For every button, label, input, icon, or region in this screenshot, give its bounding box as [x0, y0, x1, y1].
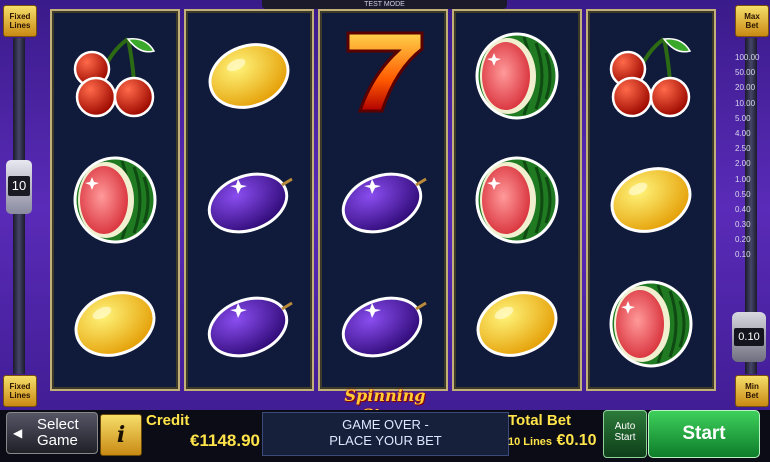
- bet-scale-label: 5.00: [735, 113, 751, 123]
- bet-selector[interactable]: 0.10: [732, 312, 766, 362]
- lines-selector[interactable]: 10: [6, 160, 32, 214]
- bet-scale-label: 100.00: [735, 53, 760, 62]
- start-button[interactable]: Start: [648, 410, 760, 458]
- watermelon-icon: [475, 32, 559, 120]
- max-bet-label: Max Bet: [744, 12, 760, 30]
- fixed-lines-top-button[interactable]: Fixed Lines: [3, 5, 37, 37]
- bet-scale-label: 0.50: [735, 189, 751, 199]
- watermelon-icon: [609, 280, 693, 368]
- min-bet-button[interactable]: Min Bet: [735, 375, 769, 407]
- reel-4: [452, 9, 582, 391]
- bet-scale: 100.00 50.00 20.00 10.00 5.00 4.00 2.50 …: [732, 50, 768, 320]
- info-button[interactable]: i: [100, 414, 142, 456]
- lines-value: 10: [8, 176, 30, 196]
- fixed-lines-top-label: Fixed Lines: [9, 12, 31, 30]
- bet-scale-label: 50.00: [735, 68, 756, 78]
- total-bet-lines: 10 Lines: [508, 436, 553, 448]
- lemon-icon: [70, 280, 160, 368]
- bet-scale-label: 4.00: [735, 128, 751, 138]
- watermelon-icon: [475, 156, 559, 244]
- auto-start-button[interactable]: Auto Start: [603, 410, 647, 458]
- bet-scale-label: 0.30: [735, 220, 751, 230]
- bet-scale-label: 2.00: [735, 159, 751, 169]
- info-icon: i: [116, 422, 126, 448]
- total-bet-label: Total Bet: [508, 412, 572, 429]
- lemon-icon: [472, 280, 562, 368]
- left-panel: Fixed Lines 10 Fixed Lines: [0, 0, 38, 410]
- plum-icon: [338, 286, 428, 368]
- status-message: GAME OVER - PLACE YOUR BET: [262, 412, 509, 456]
- total-bet-display: Total Bet 10 Lines €0.10: [508, 412, 600, 456]
- min-bet-label: Min Bet: [745, 382, 759, 400]
- bet-scale-label: 1.00: [735, 174, 751, 184]
- bet-scale-label: 0.10: [735, 250, 751, 260]
- watermelon-icon: [73, 156, 157, 244]
- game-logo: Spinning Stars: [344, 386, 426, 424]
- total-bet-value: €0.10: [556, 432, 597, 449]
- plum-icon: [204, 162, 294, 244]
- plum-icon: [338, 162, 428, 244]
- status-message-line2: PLACE YOUR BET: [329, 433, 442, 448]
- bet-scale-label: 10.00: [735, 98, 756, 108]
- fixed-lines-bottom-button[interactable]: Fixed Lines: [3, 375, 37, 407]
- auto-start-line2: Start: [614, 432, 636, 443]
- start-label: Start: [682, 423, 726, 444]
- cherry-icon: [609, 36, 692, 118]
- reel-2: [184, 9, 314, 391]
- auto-start-line1: Auto: [614, 421, 636, 432]
- credit-display: Credit €1148.90: [146, 412, 260, 456]
- reel-3: [318, 9, 448, 391]
- select-game-line1: Select: [37, 416, 79, 433]
- cherry-icon: [73, 36, 156, 118]
- bet-scale-label: 20.00: [735, 83, 756, 93]
- bet-scale-label: 2.50: [735, 144, 751, 154]
- seven-icon: [346, 31, 424, 113]
- plum-icon: [204, 286, 294, 368]
- max-bet-button[interactable]: Max Bet: [735, 5, 769, 37]
- reel-1: [50, 9, 180, 391]
- fixed-lines-bottom-label: Fixed Lines: [9, 382, 31, 400]
- bet-scale-label: 0.20: [735, 235, 751, 245]
- arrow-left-icon: ◀: [13, 426, 23, 440]
- select-game-button[interactable]: ◀ Select Game: [6, 412, 98, 454]
- select-game-line2: Game: [37, 432, 78, 449]
- right-panel: Max Bet 100.00 50.00 20.00 10.00 5.00 4.…: [732, 0, 770, 410]
- reel-5: [586, 9, 716, 391]
- credit-value: €1148.90: [190, 431, 260, 450]
- credit-label: Credit: [146, 412, 190, 429]
- lemon-icon: [606, 156, 696, 244]
- status-message-line1: GAME OVER -: [342, 417, 429, 432]
- bet-scale-label: 0.40: [735, 204, 751, 214]
- bet-value: 0.10: [734, 328, 764, 346]
- test-mode-label: TEST MODE: [262, 0, 507, 9]
- lemon-icon: [204, 32, 294, 120]
